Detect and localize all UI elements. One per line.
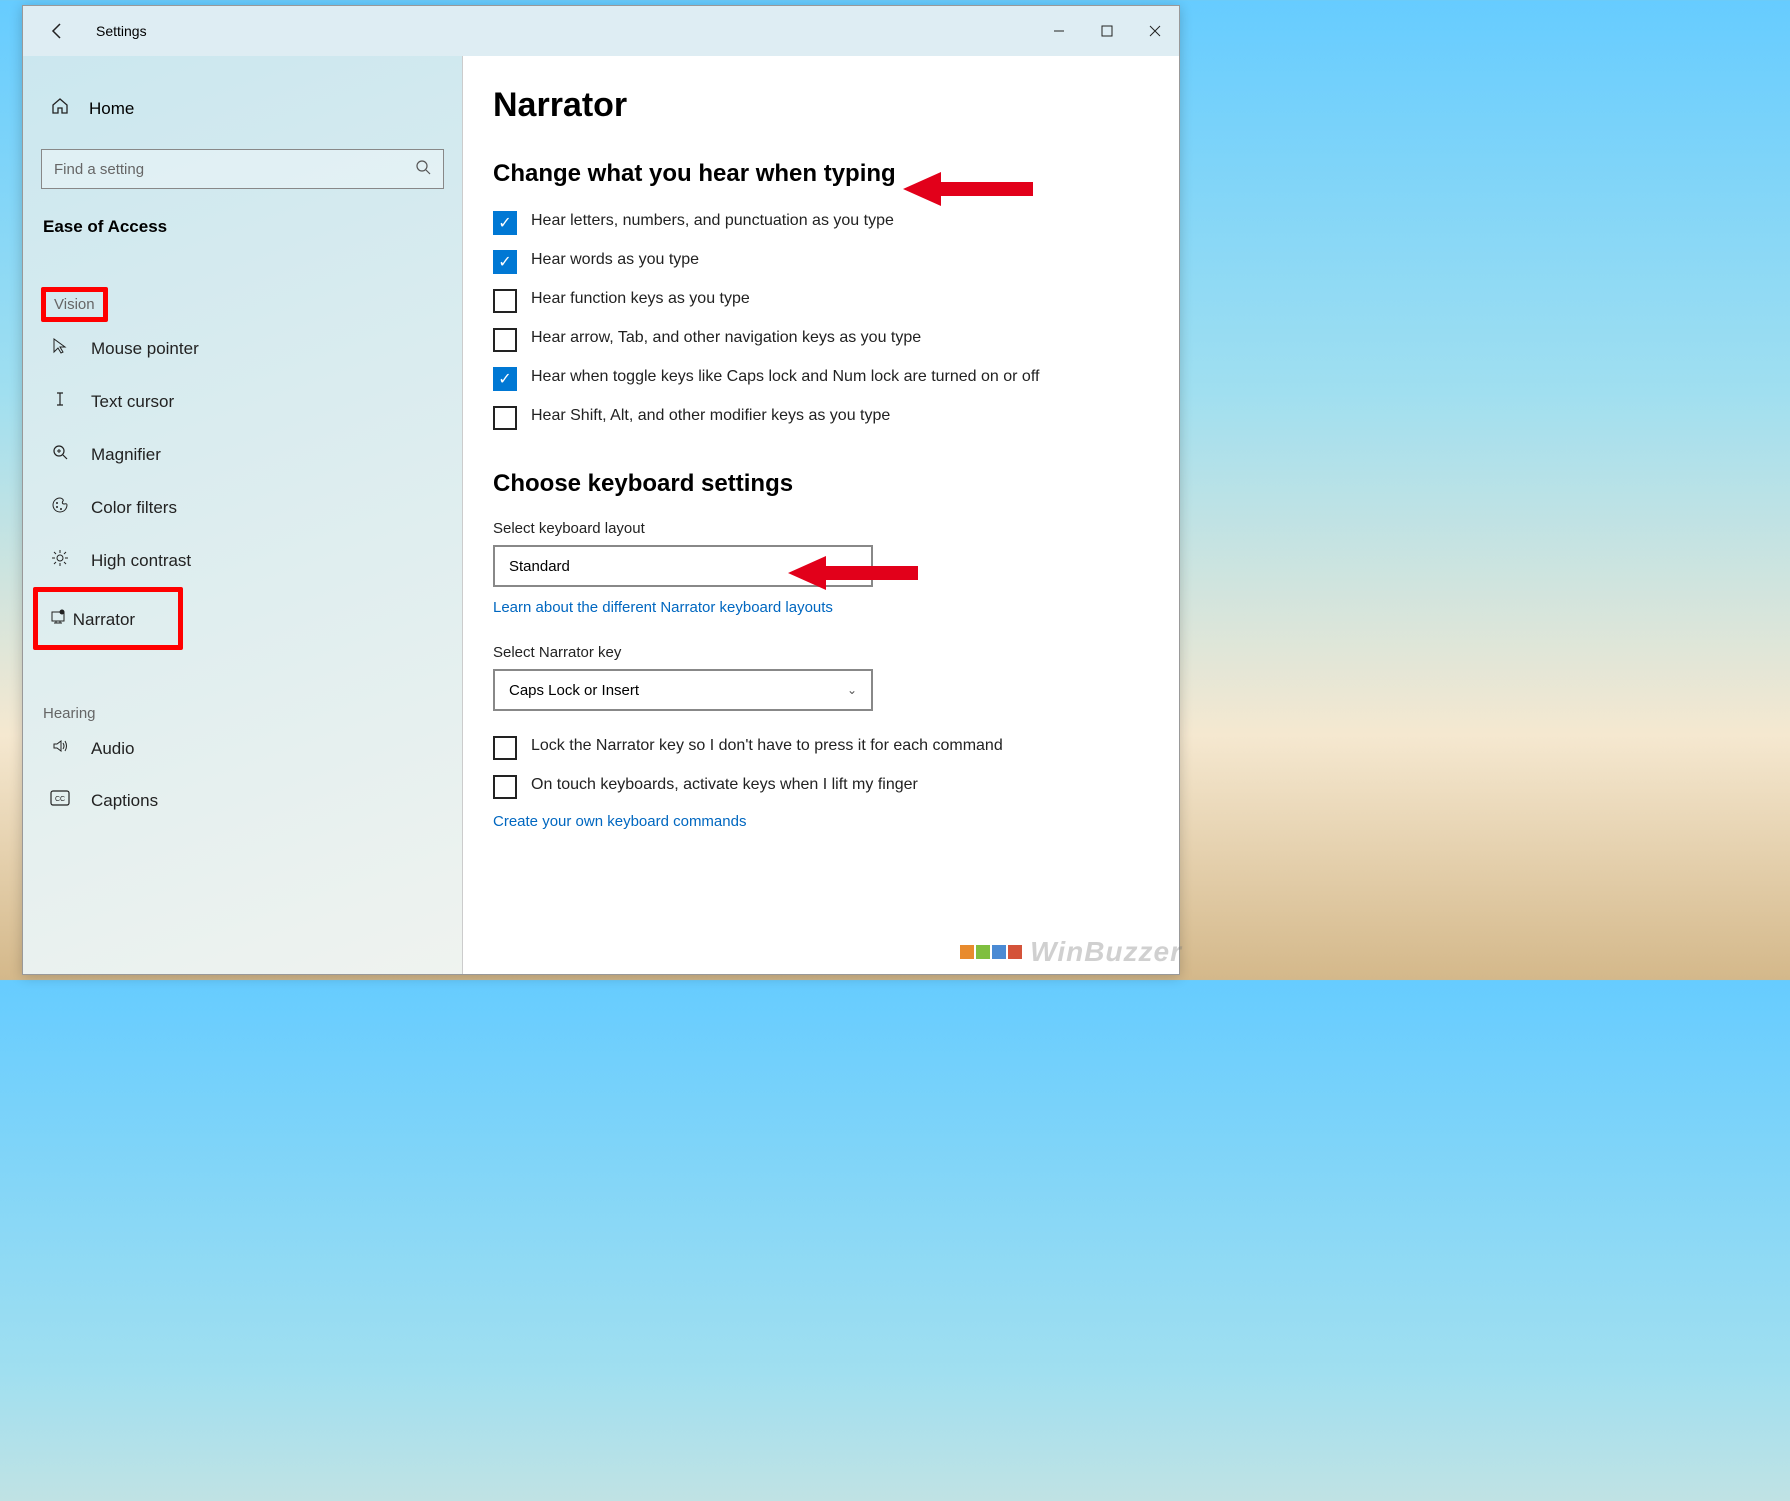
audio-icon — [49, 737, 71, 760]
maximize-button[interactable] — [1083, 11, 1131, 51]
checkbox-box[interactable] — [493, 289, 517, 313]
search-input[interactable] — [54, 161, 415, 178]
checkbox-touch-activate[interactable]: On touch keyboards, activate keys when I… — [493, 774, 1133, 799]
checkbox-label: Hear words as you type — [531, 249, 699, 271]
titlebar: Settings — [23, 6, 1179, 56]
sidebar-item-mouse-pointer[interactable]: Mouse pointer — [41, 322, 444, 375]
brightness-icon — [49, 549, 71, 572]
checkbox-row[interactable]: ✓ Hear when toggle keys like Caps lock an… — [493, 366, 1133, 391]
watermark: WinBuzzer — [960, 936, 1182, 968]
checkbox-box[interactable] — [493, 328, 517, 352]
checkbox-label: Hear when toggle keys like Caps lock and… — [531, 366, 1039, 388]
checkbox-box[interactable] — [493, 406, 517, 430]
sidebar-item-label: Captions — [91, 791, 158, 811]
sidebar-item-captions[interactable]: CC Captions — [41, 775, 444, 826]
sidebar-item-label: Narrator — [73, 610, 135, 629]
section-heading-typing: Change what you hear when typing — [493, 160, 1149, 188]
narrator-key-dropdown[interactable]: Caps Lock or Insert ⌄ — [493, 669, 873, 711]
home-icon — [49, 96, 71, 121]
sidebar-item-label: Text cursor — [91, 392, 174, 412]
search-icon — [415, 159, 431, 180]
captions-icon: CC — [49, 790, 71, 811]
sidebar-item-audio[interactable]: Audio — [41, 722, 444, 775]
back-button[interactable] — [38, 11, 78, 51]
section-heading-keyboard: Choose keyboard settings — [493, 470, 1149, 498]
checkbox-label: On touch keyboards, activate keys when I… — [531, 774, 918, 796]
palette-icon — [49, 496, 71, 519]
sidebar-item-color-filters[interactable]: Color filters — [41, 481, 444, 534]
sidebar-item-text-cursor[interactable]: Text cursor — [41, 375, 444, 428]
checkbox-box[interactable]: ✓ — [493, 367, 517, 391]
minimize-button[interactable] — [1035, 11, 1083, 51]
watermark-text: WinBuzzer — [1030, 936, 1182, 968]
checkbox-row[interactable]: Hear arrow, Tab, and other navigation ke… — [493, 327, 1133, 352]
search-box[interactable] — [41, 149, 444, 189]
narrator-key-label: Select Narrator key — [493, 644, 1149, 661]
checkbox-box[interactable]: ✓ — [493, 250, 517, 274]
window-title: Settings — [96, 23, 147, 39]
svg-text:CC: CC — [55, 796, 65, 803]
checkbox-box[interactable]: ✓ — [493, 211, 517, 235]
keyboard-layout-label: Select keyboard layout — [493, 520, 1149, 537]
checkbox-label: Hear letters, numbers, and punctuation a… — [531, 210, 894, 232]
sidebar-item-magnifier[interactable]: Magnifier — [41, 428, 444, 481]
checkbox-lock-narrator-key[interactable]: Lock the Narrator key so I don't have to… — [493, 735, 1133, 760]
dropdown-value: Standard — [509, 558, 570, 575]
commands-link[interactable]: Create your own keyboard commands — [493, 813, 1149, 830]
sidebar-item-high-contrast[interactable]: High contrast — [41, 534, 444, 587]
dropdown-value: Caps Lock or Insert — [509, 682, 639, 699]
narrator-icon — [50, 609, 68, 629]
text-cursor-icon — [49, 390, 71, 413]
window-controls — [1035, 11, 1179, 51]
checkbox-row[interactable]: Hear Shift, Alt, and other modifier keys… — [493, 405, 1133, 430]
close-button[interactable] — [1131, 11, 1179, 51]
sidebar-group-hearing: Hearing — [41, 705, 444, 722]
annotation-arrow — [788, 548, 928, 598]
checkbox-label: Hear Shift, Alt, and other modifier keys… — [531, 405, 890, 427]
sidebar-group-vision: Vision — [41, 287, 108, 322]
sidebar-item-label: Color filters — [91, 498, 177, 518]
sidebar: Home Ease of Access Vision Mouse pointer… — [23, 56, 463, 974]
sidebar-item-label: High contrast — [91, 551, 191, 571]
page-title: Narrator — [493, 86, 1149, 125]
checkbox-label: Hear function keys as you type — [531, 288, 750, 310]
sidebar-item-narrator[interactable]: Narrator — [33, 587, 183, 650]
sidebar-item-label: Audio — [91, 739, 134, 759]
category-label: Ease of Access — [41, 217, 444, 237]
magnifier-icon — [49, 443, 71, 466]
content-pane: Narrator Change what you hear when typin… — [463, 56, 1179, 974]
checkbox-box[interactable] — [493, 775, 517, 799]
chevron-down-icon: ⌄ — [847, 683, 857, 697]
logo-icon — [960, 945, 1022, 959]
sidebar-item-label: Magnifier — [91, 445, 161, 465]
checkbox-row[interactable]: Hear function keys as you type — [493, 288, 1133, 313]
checkbox-label: Lock the Narrator key so I don't have to… — [531, 735, 1003, 757]
checkbox-box[interactable] — [493, 736, 517, 760]
home-nav[interactable]: Home — [41, 86, 444, 131]
settings-window: Settings Home — [22, 5, 1180, 975]
checkbox-row[interactable]: ✓ Hear words as you type — [493, 249, 1133, 274]
mouse-pointer-icon — [49, 337, 71, 360]
checkbox-label: Hear arrow, Tab, and other navigation ke… — [531, 327, 921, 349]
layout-help-link[interactable]: Learn about the different Narrator keybo… — [493, 599, 1149, 616]
sidebar-item-label: Mouse pointer — [91, 339, 199, 359]
annotation-arrow — [903, 164, 1043, 214]
home-label: Home — [89, 99, 134, 119]
